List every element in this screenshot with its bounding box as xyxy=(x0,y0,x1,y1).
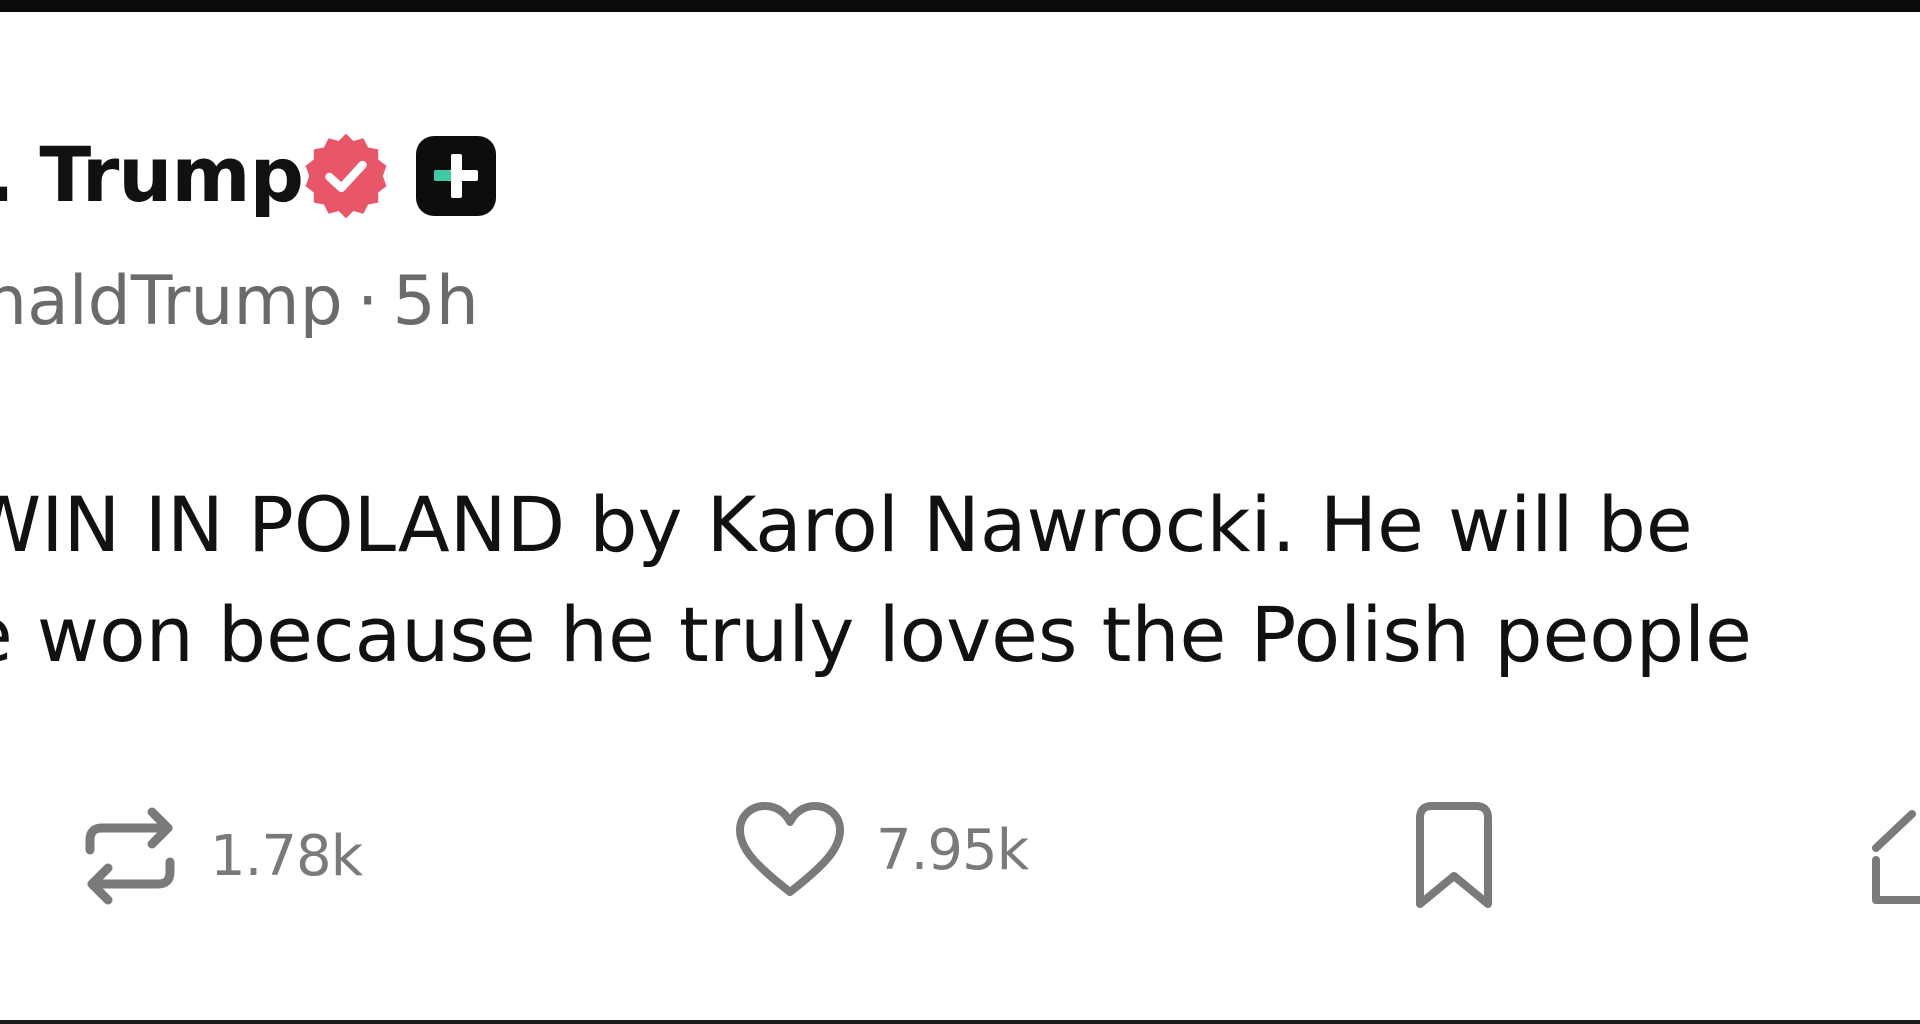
share-icon xyxy=(1872,810,1920,904)
heart-icon xyxy=(736,802,844,896)
handle-and-time: naldTrump · 5h xyxy=(0,262,479,341)
plus-badge-icon xyxy=(416,136,496,216)
repost-count: 1.78k xyxy=(210,823,363,889)
display-name[interactable]: . Trump xyxy=(0,130,304,219)
like-button[interactable]: 7.95k xyxy=(734,800,1029,900)
bottom-edge-bar xyxy=(0,1020,1920,1024)
user-handle[interactable]: naldTrump xyxy=(0,262,343,341)
share-button[interactable] xyxy=(1868,800,1920,912)
top-edge-bar xyxy=(0,0,1920,12)
like-count: 7.95k xyxy=(876,817,1029,883)
bookmark-button[interactable] xyxy=(1412,800,1496,912)
repost-icon xyxy=(85,807,175,905)
repost-button[interactable]: 1.78k xyxy=(80,800,363,912)
post-text-line: e won because he truly loves the Polish … xyxy=(0,590,1752,679)
post-body: WIN IN POLAND by Karol Nawrocki. He will… xyxy=(0,470,1752,690)
verified-badge-icon xyxy=(305,133,387,219)
post-text-line: WIN IN POLAND by Karol Nawrocki. He will… xyxy=(0,480,1693,569)
bookmark-icon xyxy=(1416,802,1492,908)
post-timestamp[interactable]: 5h xyxy=(392,262,478,341)
post-screenshot: . Trump naldTrump · 5h WIN IN POLAND by Ka… xyxy=(0,0,1920,1024)
separator-dot: · xyxy=(356,262,379,341)
